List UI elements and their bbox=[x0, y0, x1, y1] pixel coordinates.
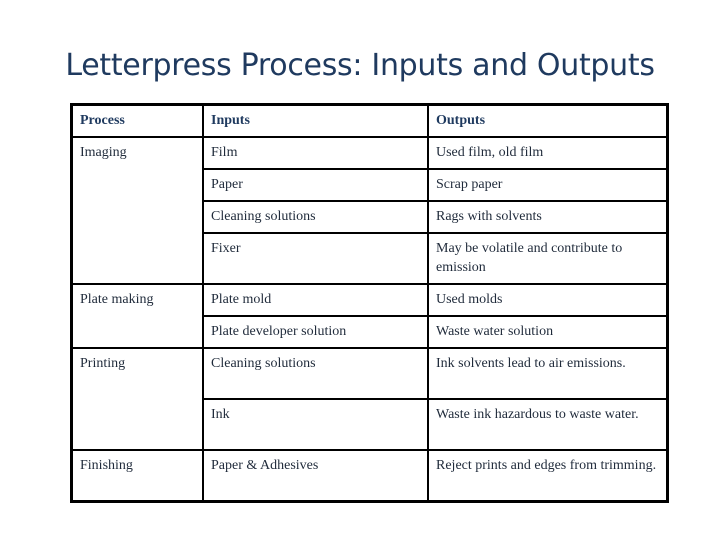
output-cell: Rags with solvents bbox=[427, 200, 669, 234]
header-outputs: Outputs bbox=[427, 103, 669, 138]
output-cell: Used molds bbox=[427, 283, 669, 317]
input-cell: Fixer bbox=[202, 232, 429, 285]
input-cell: Film bbox=[202, 136, 429, 170]
output-cell: Waste ink hazardous to waste water. bbox=[427, 398, 669, 451]
header-process: Process bbox=[70, 103, 204, 138]
table-header-row: Process Inputs Outputs bbox=[70, 103, 669, 138]
input-cell: Plate developer solution bbox=[202, 315, 429, 349]
table-row: Imaging Film Used film, old film bbox=[70, 136, 669, 285]
process-cell: Finishing bbox=[70, 449, 204, 503]
process-cell: Printing bbox=[70, 347, 204, 451]
input-cell: Cleaning solutions bbox=[202, 200, 429, 234]
output-cell: Ink solvents lead to air emissions. bbox=[427, 347, 669, 400]
process-cell: Imaging bbox=[70, 136, 204, 285]
header-inputs: Inputs bbox=[202, 103, 429, 138]
output-cell: Scrap paper bbox=[427, 168, 669, 202]
table-row: Plate making Plate mold Used molds bbox=[70, 283, 669, 349]
table-row: Finishing Paper & Adhesives Reject print… bbox=[70, 449, 669, 503]
input-cell: Paper & Adhesives bbox=[202, 449, 429, 503]
process-cell: Plate making bbox=[70, 283, 204, 349]
output-cell: Reject prints and edges from trimming. bbox=[427, 449, 669, 503]
input-cell: Plate mold bbox=[202, 283, 429, 317]
output-cell: Used film, old film bbox=[427, 136, 669, 170]
output-cell: Waste water solution bbox=[427, 315, 669, 349]
process-table: Process Inputs Outputs Imaging Film Used… bbox=[70, 103, 669, 503]
input-cell: Ink bbox=[202, 398, 429, 451]
input-cell: Cleaning solutions bbox=[202, 347, 429, 400]
input-cell: Paper bbox=[202, 168, 429, 202]
page-title: Letterpress Process: Inputs and Outputs bbox=[65, 48, 655, 83]
output-cell: May be volatile and contribute to emissi… bbox=[427, 232, 669, 285]
table-row: Printing Cleaning solutions Ink solvents… bbox=[70, 347, 669, 451]
